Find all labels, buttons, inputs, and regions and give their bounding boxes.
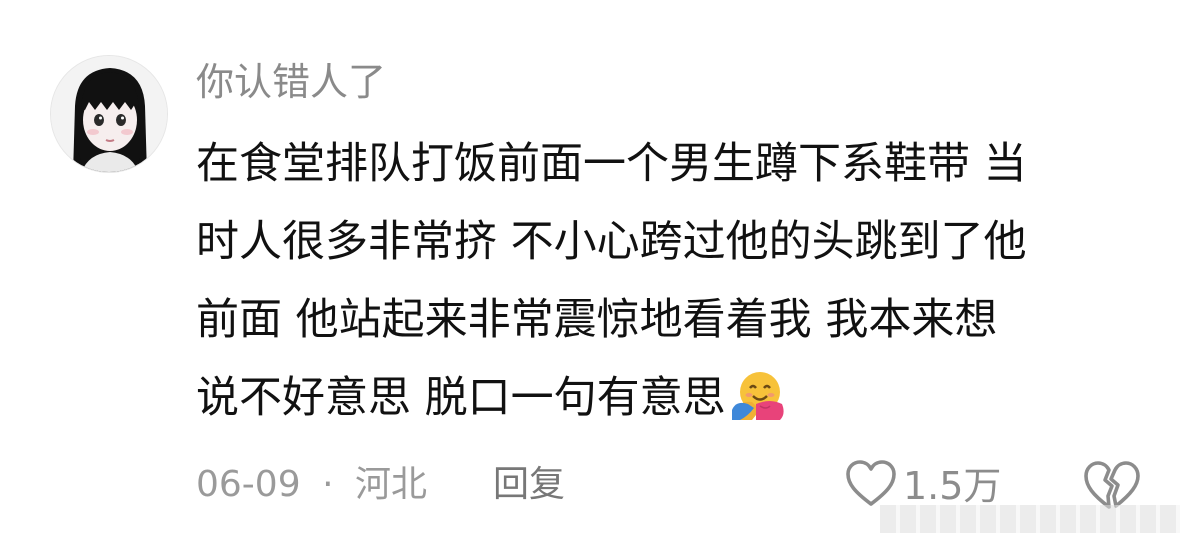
comment-line-last: 说不好意思 脱口一句有意思 [196,359,1156,437]
comment-date: 06-09 [196,464,301,505]
username[interactable]: 你认错人了 [196,58,386,106]
comment-line: 时人很多非常挤 不小心跨过他的头跳到了他 [196,217,1027,267]
comment-line: 在食堂排队打饭前面一个男生蹲下系鞋带 当 [196,139,1027,189]
comment-line: 前面 他站起来非常震惊地看着我 我本来想 [196,295,998,345]
reply-button[interactable]: 回复 [493,460,565,510]
comment-location: 河北 [354,464,427,505]
watermark-overlay [880,505,1180,533]
comment-line-text: 说不好意思 脱口一句有意思 [196,373,726,423]
comment-text: 在食堂排队打饭前面一个男生蹲下系鞋带 当 时人很多非常挤 不小心跨过他的头跳到了… [196,125,1156,437]
avatar[interactable] [50,55,168,173]
hugging-face-emoji [730,369,788,447]
meta-separator: · [322,464,334,505]
comment-meta: 06-09 · 河北 [196,460,427,510]
avatar-illustration [51,56,167,172]
